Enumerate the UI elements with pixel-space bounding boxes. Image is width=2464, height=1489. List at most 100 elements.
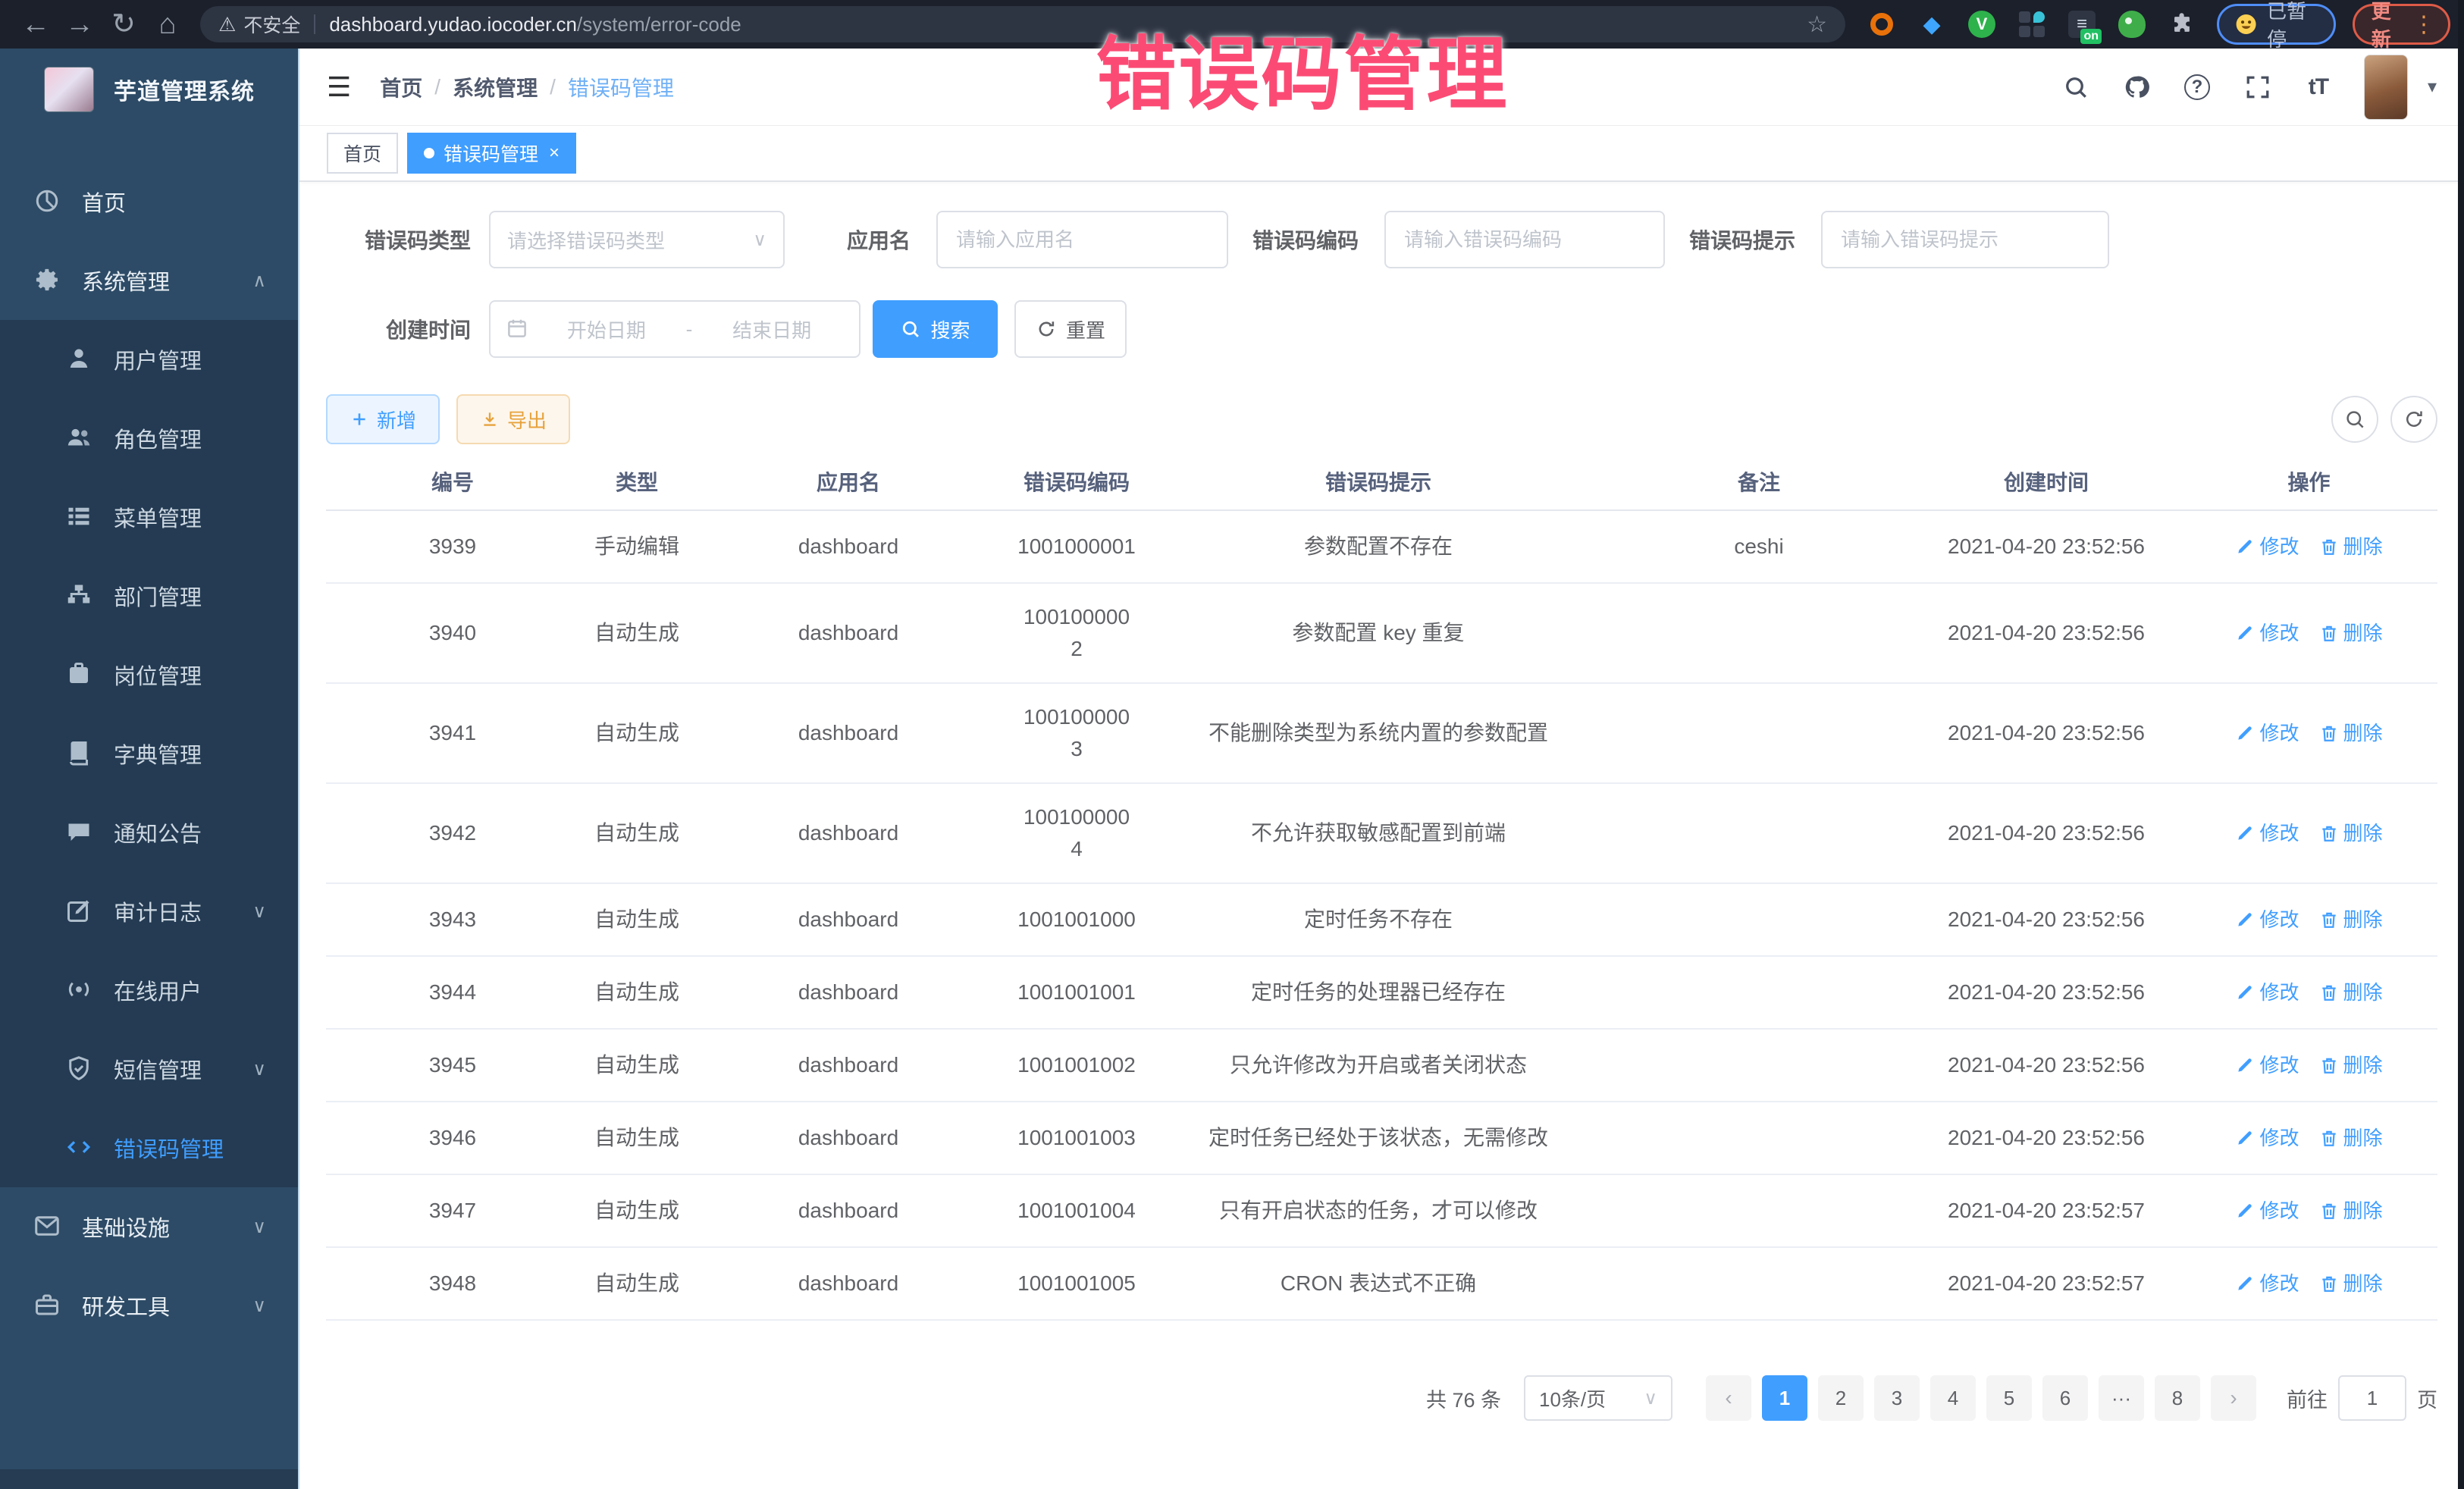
home-icon[interactable]: ⌂ bbox=[146, 0, 190, 49]
reload-icon[interactable]: ↻ bbox=[102, 0, 146, 49]
tab-error-code[interactable]: 错误码管理 × bbox=[407, 133, 576, 174]
breadcrumb-system[interactable]: 系统管理 bbox=[453, 72, 538, 102]
add-button[interactable]: 新增 bbox=[326, 394, 440, 444]
sidebar-item-errcode[interactable]: 错误码管理 bbox=[0, 1108, 298, 1187]
user-icon bbox=[65, 345, 97, 374]
goto-page-input[interactable] bbox=[2338, 1375, 2406, 1421]
extension-grid-icon[interactable] bbox=[2017, 9, 2047, 39]
page-button-3[interactable]: 3 bbox=[1874, 1375, 1920, 1421]
filter-app-input[interactable] bbox=[936, 211, 1228, 268]
sidebar-item-system[interactable]: 系统管理∧ bbox=[0, 241, 298, 320]
cell-type: 自动生成 bbox=[579, 1030, 694, 1101]
sidebar-logo-row[interactable]: 芋道管理系统 bbox=[0, 49, 298, 130]
end-date-placeholder[interactable]: 结束日期 bbox=[700, 315, 844, 343]
kebab-menu-icon[interactable]: ⋮ bbox=[2412, 11, 2436, 38]
edit-link[interactable]: 修改 bbox=[2235, 1196, 2299, 1226]
sidebar-item-sms[interactable]: 短信管理∨ bbox=[0, 1030, 298, 1108]
start-date-placeholder[interactable]: 开始日期 bbox=[534, 315, 679, 343]
extension-green-v-icon[interactable]: V bbox=[1967, 9, 1997, 39]
tab-close-icon[interactable]: × bbox=[549, 143, 560, 164]
delete-link[interactable]: 删除 bbox=[2319, 532, 2383, 562]
extension-orange-icon[interactable] bbox=[1867, 9, 1897, 39]
edit-link[interactable]: 修改 bbox=[2235, 532, 2299, 562]
edit-link[interactable]: 修改 bbox=[2235, 1124, 2299, 1153]
edit-link[interactable]: 修改 bbox=[2235, 1051, 2299, 1080]
page-button-6[interactable]: 6 bbox=[2042, 1375, 2088, 1421]
back-icon[interactable]: ← bbox=[14, 0, 58, 49]
edit-link[interactable]: 修改 bbox=[2235, 619, 2299, 648]
sidebar-item-user[interactable]: 用户管理 bbox=[0, 320, 298, 399]
delete-link[interactable]: 删除 bbox=[2319, 1051, 2383, 1080]
extension-gem-icon[interactable]: ◆ bbox=[1917, 9, 1947, 39]
omnibox-divider bbox=[314, 14, 315, 34]
edit-link[interactable]: 修改 bbox=[2235, 819, 2299, 848]
font-size-icon[interactable]: tT bbox=[2303, 72, 2334, 102]
delete-link[interactable]: 删除 bbox=[2319, 619, 2383, 648]
delete-link[interactable]: 删除 bbox=[2319, 1196, 2383, 1226]
sidebar-collapse-bar[interactable] bbox=[0, 1469, 298, 1489]
page-content: 错误码类型 请选择错误码类型 ∨ 应用名 错误码编码 错误码提示 创建时间 开始… bbox=[299, 182, 2464, 1489]
tab-home[interactable]: 首页 bbox=[327, 133, 398, 174]
page-button-8[interactable]: 8 bbox=[2155, 1375, 2200, 1421]
page-button-1[interactable]: 1 bbox=[1762, 1375, 1807, 1421]
github-icon[interactable] bbox=[2121, 72, 2152, 102]
forward-icon[interactable]: → bbox=[58, 0, 102, 49]
sidebar-item-infra[interactable]: 基础设施∨ bbox=[0, 1187, 298, 1266]
prev-page-button[interactable]: ‹ bbox=[1706, 1375, 1751, 1421]
extension-paused-badge[interactable]: 已暂停 bbox=[2217, 4, 2336, 45]
extension-frog-icon[interactable] bbox=[2117, 9, 2147, 39]
user-avatar[interactable] bbox=[2364, 55, 2408, 120]
filter-type-select[interactable]: 请选择错误码类型 ∨ bbox=[489, 211, 785, 268]
sidebar-item-online[interactable]: 在线用户 bbox=[0, 951, 298, 1030]
search-button[interactable]: 搜索 bbox=[873, 300, 998, 358]
filter-date-range[interactable]: 开始日期 - 结束日期 bbox=[489, 300, 861, 358]
filter-msg-input[interactable] bbox=[1821, 211, 2109, 268]
sidebar-item-audit[interactable]: 审计日志∨ bbox=[0, 872, 298, 951]
sidebar-item-role[interactable]: 角色管理 bbox=[0, 399, 298, 478]
sidebar-item-home[interactable]: 首页 bbox=[0, 162, 298, 241]
export-button[interactable]: 导出 bbox=[456, 394, 570, 444]
page-ellipsis[interactable]: ··· bbox=[2099, 1375, 2144, 1421]
sidebar-item-dict[interactable]: 字典管理 bbox=[0, 714, 298, 793]
page-button-4[interactable]: 4 bbox=[1930, 1375, 1976, 1421]
refresh-table-button[interactable] bbox=[2390, 396, 2437, 443]
bookmark-star-icon[interactable]: ☆ bbox=[1807, 11, 1827, 38]
help-icon[interactable]: ? bbox=[2182, 72, 2212, 102]
breadcrumb-home[interactable]: 首页 bbox=[380, 72, 422, 102]
sidebar-item-notice[interactable]: 通知公告 bbox=[0, 793, 298, 872]
edit-link[interactable]: 修改 bbox=[2235, 978, 2299, 1008]
extension-list-icon[interactable]: ≡on bbox=[2067, 9, 2097, 39]
page-button-2[interactable]: 2 bbox=[1818, 1375, 1864, 1421]
sidebar-item-label: 菜单管理 bbox=[114, 501, 202, 533]
reset-button[interactable]: 重置 bbox=[1014, 300, 1127, 358]
sidebar-item-post[interactable]: 岗位管理 bbox=[0, 635, 298, 714]
address-bar[interactable]: ⚠ 不安全 dashboard.yudao.iocoder.cn /system… bbox=[200, 6, 1845, 42]
cell-id: 3943 bbox=[326, 884, 579, 955]
sidebar-item-menu[interactable]: 菜单管理 bbox=[0, 478, 298, 556]
edit-link[interactable]: 修改 bbox=[2235, 905, 2299, 935]
search-icon[interactable] bbox=[2061, 72, 2091, 102]
delete-link[interactable]: 删除 bbox=[2319, 905, 2383, 935]
edit-link[interactable]: 修改 bbox=[2235, 719, 2299, 748]
not-secure-label[interactable]: 不安全 bbox=[243, 11, 300, 38]
cell-msg: CRON 表达式不正确 bbox=[1151, 1248, 1606, 1319]
sidebar-item-devtool[interactable]: 研发工具∨ bbox=[0, 1266, 298, 1345]
delete-link[interactable]: 删除 bbox=[2319, 1269, 2383, 1299]
sidebar-toggle-icon[interactable]: ☰ bbox=[327, 71, 351, 103]
delete-link[interactable]: 删除 bbox=[2319, 819, 2383, 848]
browser-update-button[interactable]: 更新 ⋮ bbox=[2353, 4, 2450, 45]
page-button-5[interactable]: 5 bbox=[1986, 1375, 2032, 1421]
delete-link[interactable]: 删除 bbox=[2319, 978, 2383, 1008]
next-page-button[interactable]: › bbox=[2211, 1375, 2256, 1421]
delete-link[interactable]: 删除 bbox=[2319, 719, 2383, 748]
not-secure-warning-icon[interactable]: ⚠ bbox=[218, 13, 236, 36]
sidebar-item-dept[interactable]: 部门管理 bbox=[0, 556, 298, 635]
edit-link[interactable]: 修改 bbox=[2235, 1269, 2299, 1299]
hide-search-button[interactable] bbox=[2331, 396, 2378, 443]
avatar-caret-icon[interactable]: ▾ bbox=[2428, 76, 2437, 98]
page-size-select[interactable]: 10条/页 ∨ bbox=[1524, 1375, 1672, 1421]
delete-link[interactable]: 删除 bbox=[2319, 1124, 2383, 1153]
fullscreen-icon[interactable] bbox=[2243, 72, 2273, 102]
extensions-puzzle-icon[interactable] bbox=[2167, 9, 2197, 39]
filter-code-input[interactable] bbox=[1384, 211, 1665, 268]
